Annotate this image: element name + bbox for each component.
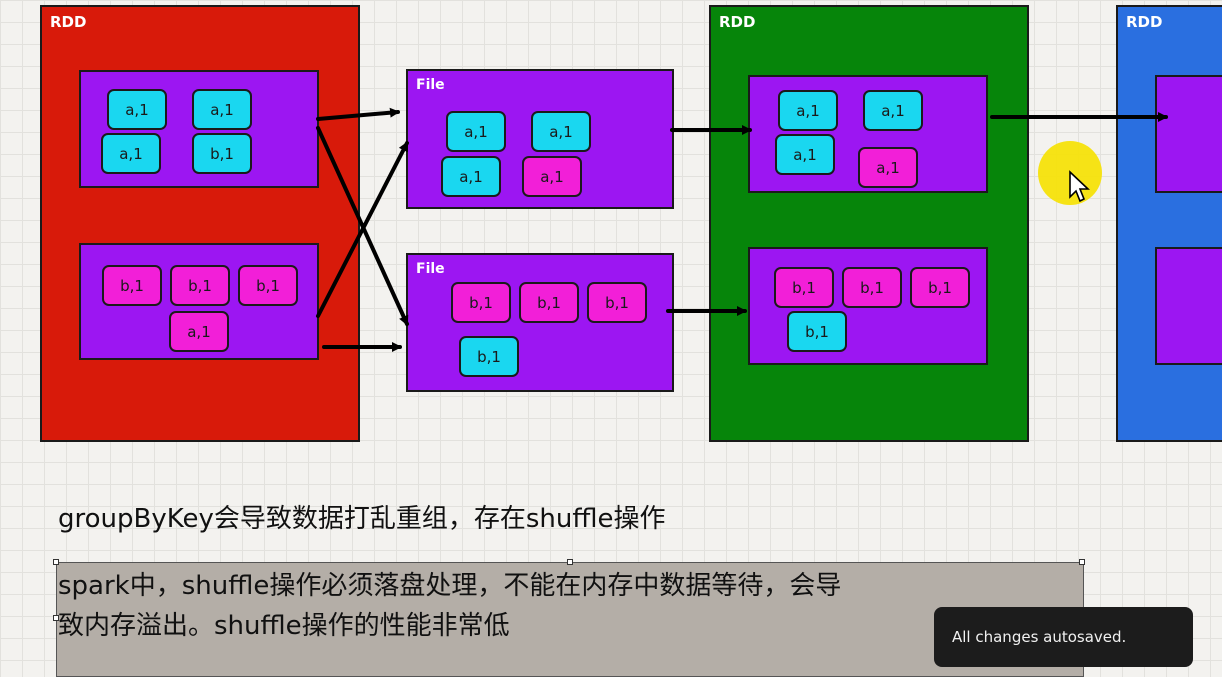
text-groupbykey: groupByKey会导致数据打乱重组，存在shuffle操作 [58,504,666,534]
resize-handle[interactable] [1079,559,1085,565]
text-shuffle-line1: spark中，shuffle操作必须落盘处理，不能在内存中数据等待，会导 [58,571,842,601]
autosave-toast: All changes autosaved. [934,607,1193,667]
pointer-arrow-icon [1069,170,1090,203]
toast-message: All changes autosaved. [952,628,1127,646]
text-shuffle-line2: 致内存溢出。shuffle操作的性能非常低 [58,611,510,641]
arrow-line [316,107,400,121]
